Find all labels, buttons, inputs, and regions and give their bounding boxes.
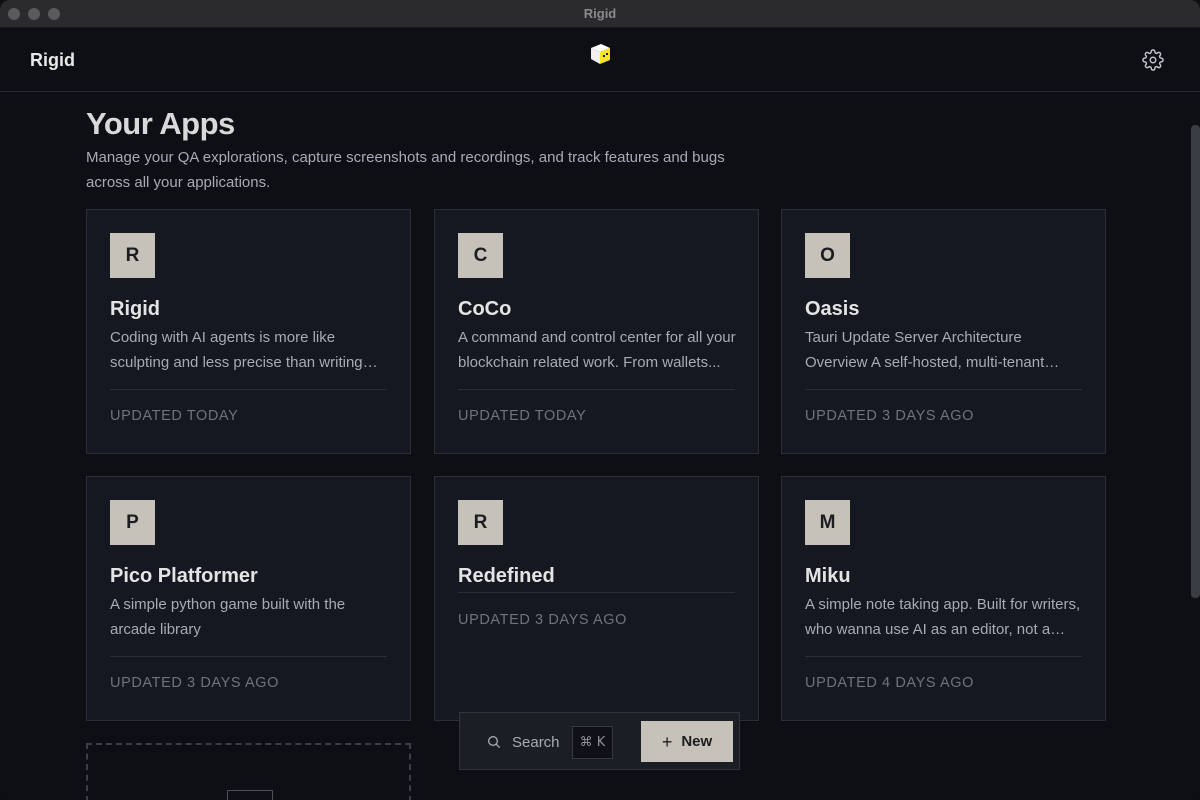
app-updated: UPDATED 4 DAYS AGO bbox=[805, 675, 974, 691]
app-name: Miku bbox=[805, 565, 851, 587]
app-updated: UPDATED TODAY bbox=[110, 408, 239, 424]
app-header: Rigid bbox=[0, 28, 1200, 92]
app-avatar: O bbox=[805, 233, 850, 278]
app-description: A command and control center for all you… bbox=[458, 329, 736, 371]
app-description: A simple python game built with the arca… bbox=[110, 596, 346, 638]
app-updated: UPDATED 3 DAYS AGO bbox=[110, 675, 279, 691]
new-app-button[interactable]: + New bbox=[641, 721, 733, 762]
app-description: Tauri Update Server Architecture Overvie… bbox=[805, 329, 1045, 371]
app-avatar: C bbox=[458, 233, 503, 278]
close-window-button[interactable] bbox=[8, 8, 20, 20]
floating-toolbar: Search ⌘ K + New bbox=[459, 712, 740, 770]
app-avatar: P bbox=[110, 500, 155, 545]
card-divider bbox=[458, 592, 735, 593]
cube-logo-icon bbox=[591, 44, 610, 64]
zoom-window-button[interactable] bbox=[48, 8, 60, 20]
app-card-miku[interactable]: M Miku A simple note taking app. Built f… bbox=[781, 476, 1106, 721]
app-avatar: M bbox=[805, 500, 850, 545]
app-name: CoCo bbox=[458, 298, 512, 320]
window-title: Rigid bbox=[583, 6, 617, 21]
app-updated: UPDATED TODAY bbox=[458, 408, 587, 424]
card-divider bbox=[805, 656, 1082, 657]
app-card-pico-platformer[interactable]: P Pico Platformer A simple python game b… bbox=[86, 476, 411, 721]
app-description: A simple note taking app. Built for writ… bbox=[805, 596, 1081, 638]
search-shortcut-badge: ⌘ K bbox=[572, 726, 613, 759]
new-button-label: New bbox=[681, 733, 713, 750]
app-name: Rigid bbox=[110, 298, 160, 320]
app-window: Rigid Rigid Your Apps Manage your QA exp… bbox=[0, 0, 1200, 800]
search-label: Search bbox=[512, 733, 560, 751]
page-title: Your Apps bbox=[86, 106, 235, 141]
title-bar[interactable]: Rigid bbox=[0, 0, 1200, 28]
scrollbar-thumb[interactable] bbox=[1191, 125, 1200, 598]
app-card-coco[interactable]: C CoCo A command and control center for … bbox=[434, 209, 759, 454]
app-card-oasis[interactable]: O Oasis Tauri Update Server Architecture… bbox=[781, 209, 1106, 454]
app-name: Redefined bbox=[458, 565, 555, 587]
app-avatar: R bbox=[458, 500, 503, 545]
app-card-redefined[interactable]: R Redefined UPDATED 3 DAYS AGO bbox=[434, 476, 759, 721]
app-card-rigid[interactable]: R Rigid Coding with AI agents is more li… bbox=[86, 209, 411, 454]
add-app-card[interactable] bbox=[86, 743, 411, 800]
app-name: Pico Platformer bbox=[110, 565, 258, 587]
add-app-icon bbox=[227, 790, 273, 800]
app-updated: UPDATED 3 DAYS AGO bbox=[805, 408, 974, 424]
app-avatar: R bbox=[110, 233, 155, 278]
search-icon bbox=[488, 736, 500, 748]
app-updated: UPDATED 3 DAYS AGO bbox=[458, 612, 627, 628]
page-description: Manage your QA explorations, capture scr… bbox=[86, 149, 725, 191]
plus-icon: + bbox=[661, 731, 673, 752]
card-divider bbox=[458, 389, 735, 390]
window-controls bbox=[8, 8, 60, 20]
brand-name: Rigid bbox=[30, 50, 75, 70]
card-divider bbox=[110, 389, 387, 390]
card-divider bbox=[805, 389, 1082, 390]
app-description: Coding with AI agents is more like sculp… bbox=[110, 329, 363, 371]
card-divider bbox=[110, 656, 387, 657]
minimize-window-button[interactable] bbox=[28, 8, 40, 20]
app-name: Oasis bbox=[805, 298, 860, 320]
gear-icon[interactable] bbox=[1142, 49, 1164, 71]
